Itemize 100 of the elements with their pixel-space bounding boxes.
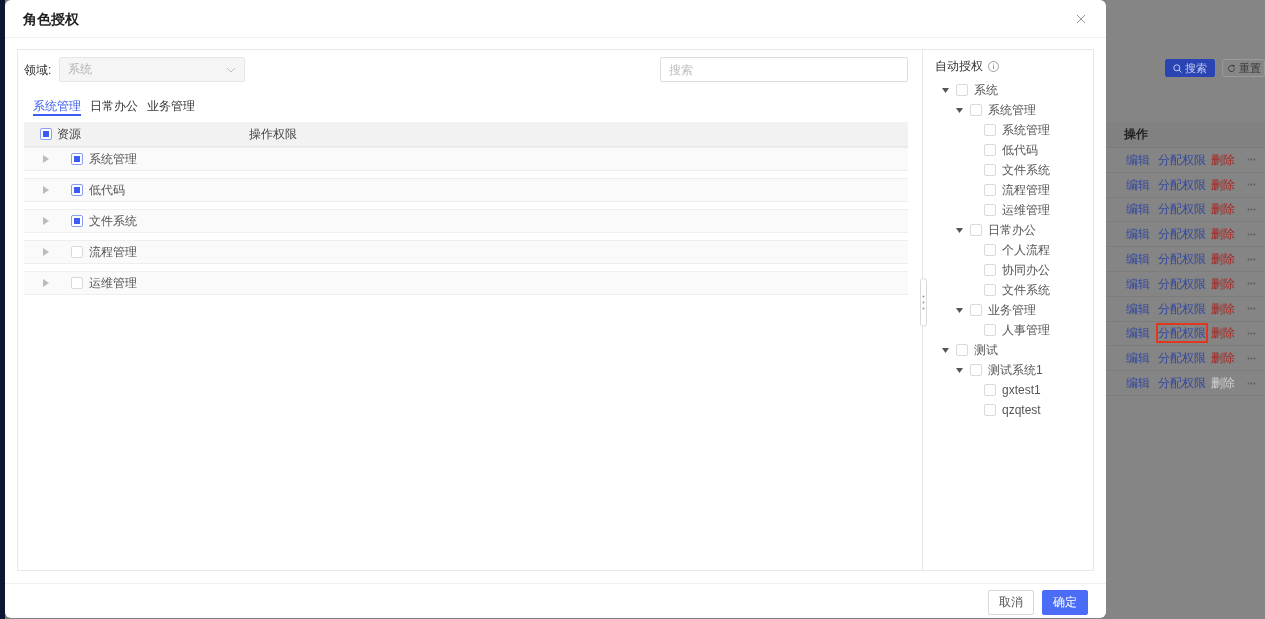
tree-node-label[interactable]: 测试系统1 <box>988 363 1043 377</box>
tree-node-label[interactable]: 运维管理 <box>1002 203 1050 217</box>
delete-link[interactable]: 删除 <box>1209 249 1237 270</box>
edit-link[interactable]: 编辑 <box>1124 323 1152 344</box>
section-title: 自动授权 <box>935 59 983 73</box>
tree-node-label[interactable]: 文件系统 <box>1002 283 1050 297</box>
checkbox[interactable] <box>71 277 83 289</box>
edit-link[interactable]: 编辑 <box>1124 224 1152 245</box>
checkbox[interactable] <box>984 204 996 216</box>
caret-down-icon[interactable] <box>942 347 949 353</box>
delete-link[interactable]: 删除 <box>1209 149 1237 170</box>
edit-link[interactable]: 编辑 <box>1124 249 1152 270</box>
tree-node-label[interactable]: 个人流程 <box>1002 243 1050 257</box>
checkbox[interactable] <box>984 124 996 136</box>
tree-node-label[interactable]: 业务管理 <box>988 303 1036 317</box>
caret-down-icon[interactable] <box>942 87 949 93</box>
tree-node-label[interactable]: 测试 <box>974 343 998 357</box>
search-field[interactable]: 搜索 <box>660 57 908 82</box>
delete-link[interactable]: 删除 <box>1209 199 1237 220</box>
column-header: 操作 <box>1124 126 1148 143</box>
tab[interactable]: 业务管理 <box>147 96 195 116</box>
delete-link[interactable]: 删除 <box>1209 224 1237 245</box>
checkbox[interactable] <box>984 324 996 336</box>
tree-node-label[interactable]: qzqtest <box>1002 403 1041 417</box>
tree-node-label[interactable]: 系统 <box>974 83 998 97</box>
delete-link[interactable]: 删除 <box>1209 174 1237 195</box>
resource-name: 流程管理 <box>89 243 137 261</box>
assign-permission-link[interactable]: 分配权限 <box>1156 224 1208 245</box>
edit-link[interactable]: 编辑 <box>1124 149 1152 170</box>
checkbox[interactable] <box>71 246 83 258</box>
checkbox[interactable] <box>71 215 83 227</box>
checkbox[interactable] <box>984 384 996 396</box>
resource-name: 系统管理 <box>89 150 137 168</box>
checkbox[interactable] <box>71 153 83 165</box>
close-button[interactable] <box>1076 13 1086 24</box>
edit-link[interactable]: 编辑 <box>1124 174 1152 195</box>
tab[interactable]: 日常办公 <box>90 96 138 116</box>
resize-handle[interactable] <box>920 278 927 327</box>
caret-right-icon[interactable] <box>43 279 49 287</box>
checkbox[interactable] <box>970 224 982 236</box>
assign-permission-link[interactable]: 分配权限 <box>1156 373 1208 394</box>
checkbox[interactable] <box>984 164 996 176</box>
checkbox[interactable] <box>956 344 968 356</box>
assign-permission-link[interactable]: 分配权限 <box>1156 149 1208 170</box>
confirm-button[interactable]: 确定 <box>1042 590 1088 615</box>
checkbox[interactable] <box>984 244 996 256</box>
tree-node-label[interactable]: 低代码 <box>1002 143 1038 157</box>
caret-down-icon[interactable] <box>956 227 963 233</box>
edit-link[interactable]: 编辑 <box>1124 273 1152 294</box>
button-label: 搜索 <box>1185 60 1207 76</box>
cancel-button[interactable]: 取消 <box>988 590 1034 615</box>
assign-permission-link[interactable]: 分配权限 <box>1156 323 1208 344</box>
resource-name: 运维管理 <box>89 274 137 292</box>
select-value: 系统 <box>68 61 93 78</box>
checkbox[interactable] <box>984 144 996 156</box>
edit-link[interactable]: 编辑 <box>1124 298 1152 319</box>
caret-right-icon[interactable] <box>43 186 49 194</box>
reset-button[interactable]: 重置 <box>1222 59 1265 77</box>
checkbox[interactable] <box>970 104 982 116</box>
delete-link[interactable]: 删除 <box>1209 323 1237 344</box>
edit-link[interactable]: 编辑 <box>1124 199 1152 220</box>
assign-permission-link[interactable]: 分配权限 <box>1156 273 1208 294</box>
checkbox[interactable] <box>984 404 996 416</box>
search-button[interactable]: 搜索 <box>1165 59 1215 77</box>
assign-permission-link[interactable]: 分配权限 <box>1156 298 1208 319</box>
caret-down-icon[interactable] <box>956 107 963 113</box>
checkbox[interactable] <box>984 184 996 196</box>
checkbox[interactable] <box>970 304 982 316</box>
tree-node-label[interactable]: 系统管理 <box>988 103 1036 117</box>
edit-link[interactable]: 编辑 <box>1124 348 1152 369</box>
tree-node-label[interactable]: 文件系统 <box>1002 163 1050 177</box>
tab[interactable]: 系统管理 <box>33 96 81 116</box>
delete-link[interactable]: 删除 <box>1209 348 1237 369</box>
delete-link[interactable]: 删除 <box>1209 273 1237 294</box>
checkbox[interactable] <box>71 184 83 196</box>
tree-node-label[interactable]: gxtest1 <box>1002 383 1041 397</box>
checkbox[interactable] <box>956 84 968 96</box>
delete-link[interactable]: 删除 <box>1209 298 1237 319</box>
caret-right-icon[interactable] <box>43 248 49 256</box>
checkbox[interactable] <box>40 128 52 140</box>
tree-node-label[interactable]: 人事管理 <box>1002 323 1050 337</box>
tree-node-label[interactable]: 系统管理 <box>1002 123 1050 137</box>
chevron-down-icon <box>226 66 237 73</box>
caret-down-icon[interactable] <box>956 367 963 373</box>
close-icon <box>1076 13 1086 24</box>
caret-right-icon[interactable] <box>43 155 49 163</box>
checkbox[interactable] <box>984 284 996 296</box>
caret-right-icon[interactable] <box>43 217 49 225</box>
checkbox[interactable] <box>970 364 982 376</box>
assign-permission-link[interactable]: 分配权限 <box>1156 249 1208 270</box>
tree-node-label[interactable]: 日常办公 <box>988 223 1036 237</box>
assign-permission-link[interactable]: 分配权限 <box>1156 348 1208 369</box>
tree-node-label[interactable]: 协同办公 <box>1002 263 1050 277</box>
checkbox[interactable] <box>984 264 996 276</box>
edit-link[interactable]: 编辑 <box>1124 373 1152 394</box>
assign-permission-link[interactable]: 分配权限 <box>1156 199 1208 220</box>
assign-permission-link[interactable]: 分配权限 <box>1156 174 1208 195</box>
tree-node-label[interactable]: 流程管理 <box>1002 183 1050 197</box>
caret-down-icon[interactable] <box>956 307 963 313</box>
button-label: 重置 <box>1238 60 1261 76</box>
